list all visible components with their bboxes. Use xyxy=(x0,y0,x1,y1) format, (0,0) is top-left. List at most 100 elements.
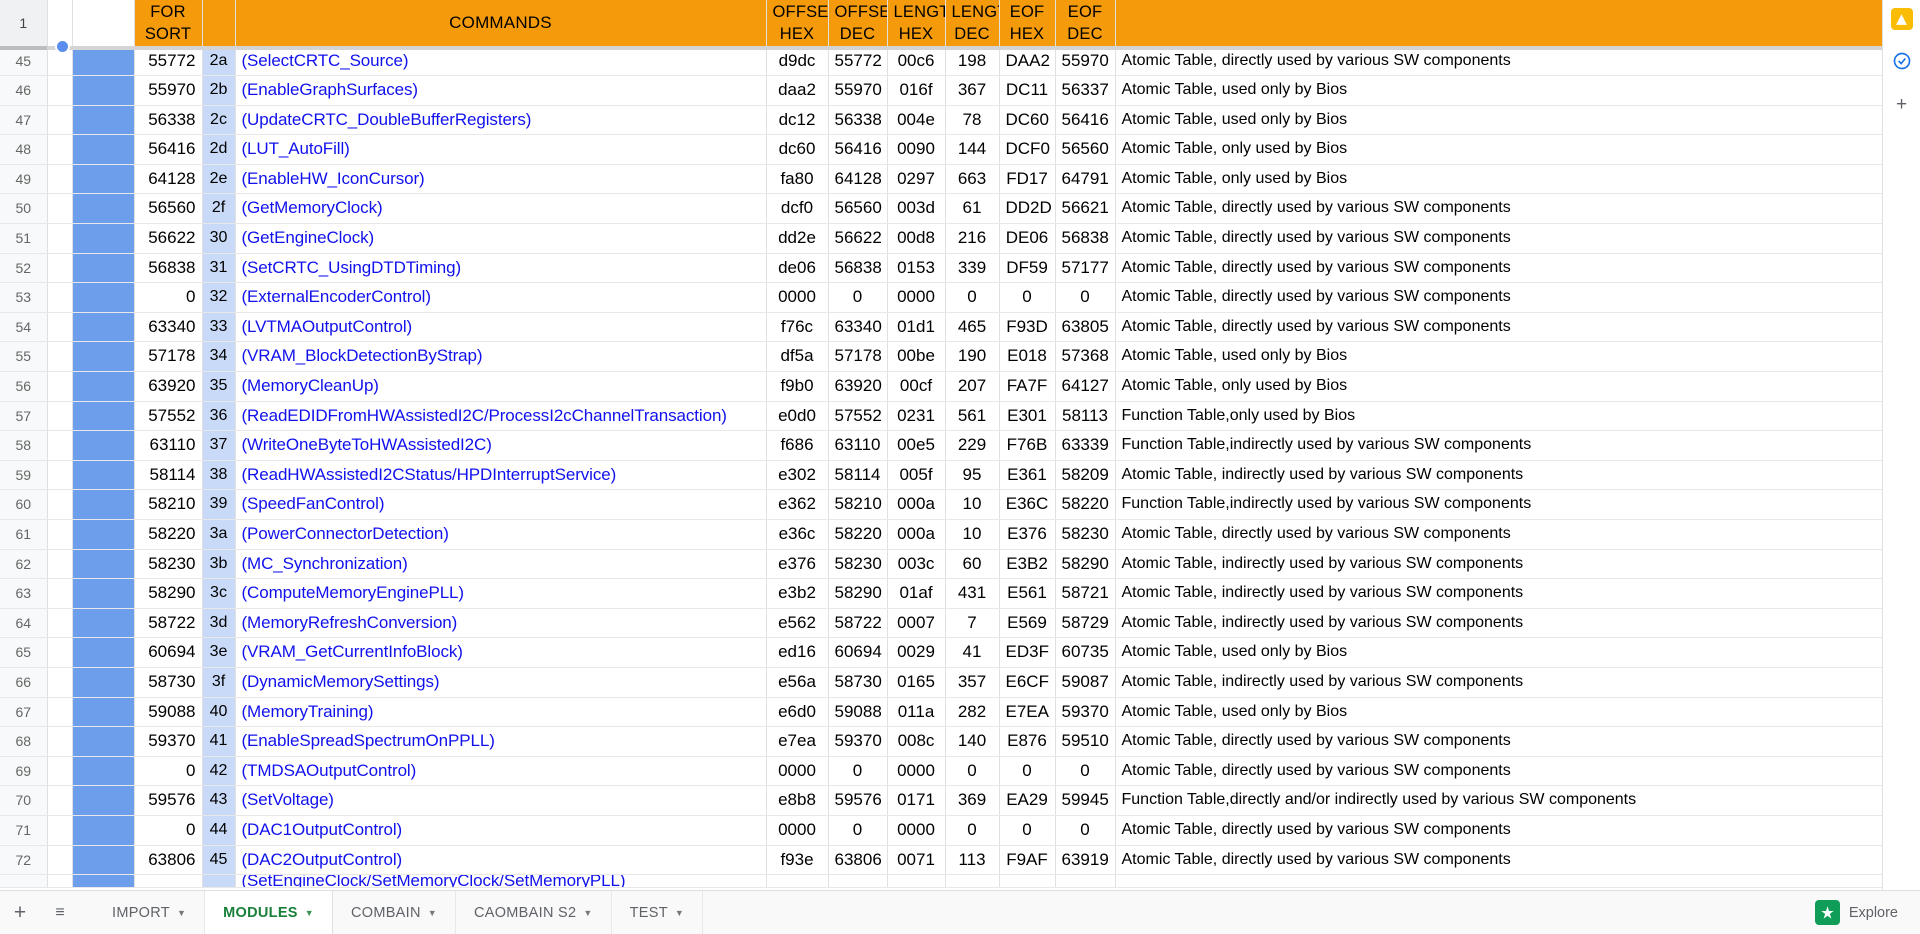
cell-description[interactable]: Atomic Table, indirectly used by various… xyxy=(1115,608,1882,639)
cell-eof-hex[interactable]: E361 xyxy=(999,460,1056,491)
cell-offset-dec[interactable]: 58210 xyxy=(828,489,888,520)
cell-command[interactable]: (SpeedFanControl) xyxy=(235,489,767,520)
cell-eof-hex[interactable]: DAA2 xyxy=(999,46,1056,77)
cell-description[interactable]: Atomic Table, used only by Bios xyxy=(1115,637,1882,668)
table-row[interactable]: 61 58220 3a (PowerConnectorDetection) e36c 58… xyxy=(0,519,1882,550)
row-number[interactable]: 63 xyxy=(0,578,48,609)
cell-length-dec[interactable]: 663 xyxy=(945,164,1000,195)
cell-eof-dec[interactable]: 63339 xyxy=(1055,430,1116,461)
cell-offset-dec[interactable]: 59370 xyxy=(828,726,888,757)
cell-length-hex[interactable]: 000a xyxy=(887,519,946,550)
cell-description[interactable]: Atomic Table, directly used by various S… xyxy=(1115,282,1882,313)
cell-command[interactable]: (VRAM_GetCurrentInfoBlock) xyxy=(235,637,767,668)
cell-offset-hex[interactable]: e362 xyxy=(766,489,829,520)
cell-offset-hex[interactable]: e302 xyxy=(766,460,829,491)
grid-container[interactable]: 1FORSORTCOMMANDSOFFSETHEXOFFSETDECLENGTH… xyxy=(0,0,1882,890)
cell-offset-dec[interactable]: 63806 xyxy=(828,845,888,876)
cell-length-hex[interactable]: 00d8 xyxy=(887,223,946,254)
cell-eof-hex[interactable]: DD2D xyxy=(999,193,1056,225)
cell-description[interactable]: Atomic Table, used only by Bios xyxy=(1115,75,1882,106)
table-row[interactable]: 54 63340 33 (LVTMAOutputControl) f76c 63340 01… xyxy=(0,312,1882,343)
cell-for-sort[interactable] xyxy=(134,874,203,889)
table-row[interactable]: 59 58114 38 (ReadHWAssistedI2CStatus/HPDInt… xyxy=(0,460,1882,491)
cell-for-sort[interactable]: 58220 xyxy=(134,519,203,550)
cell-index[interactable]: 2c xyxy=(202,105,236,136)
cell-for-sort[interactable]: 59370 xyxy=(134,726,203,757)
selection-stripe-cell[interactable] xyxy=(72,697,135,728)
table-row[interactable]: 72 63806 45 (DAC2OutputControl) f93e 63806 007… xyxy=(0,845,1882,876)
cell-description[interactable]: Atomic Table, used only by Bios xyxy=(1115,105,1882,136)
table-row[interactable]: 64 58722 3d (MemoryRefreshConversion) e562 58… xyxy=(0,608,1882,639)
row-number[interactable]: 57 xyxy=(0,401,48,432)
cell-offset-hex[interactable]: f9b0 xyxy=(766,371,829,402)
cell-offset-dec[interactable]: 0 xyxy=(828,282,888,313)
cell-length-dec[interactable]: 216 xyxy=(945,223,1000,254)
cell-offset-hex[interactable]: e376 xyxy=(766,549,829,580)
cell-for-sort[interactable]: 58114 xyxy=(134,460,203,491)
selection-stripe-cell[interactable] xyxy=(72,460,135,491)
cell-eof-dec[interactable]: 58721 xyxy=(1055,578,1116,609)
table-row[interactable]: 60 58210 39 (SpeedFanControl) e362 58210 000a 1… xyxy=(0,489,1882,520)
cell-length-hex[interactable]: 0171 xyxy=(887,785,946,816)
cell-eof-hex[interactable]: E6CF xyxy=(999,667,1056,698)
cell-offset-dec[interactable]: 60694 xyxy=(828,637,888,668)
cell-length-dec[interactable]: 144 xyxy=(945,134,1000,165)
cell-index[interactable]: 35 xyxy=(202,371,236,402)
table-row[interactable]: 67 59088 40 (MemoryTraining) e6d0 59088 011a 28… xyxy=(0,697,1882,728)
row-number[interactable]: 70 xyxy=(0,785,48,816)
selection-stripe-cell[interactable] xyxy=(72,371,135,402)
cell-eof-dec[interactable]: 57177 xyxy=(1055,253,1116,284)
cell-offset-dec[interactable]: 58722 xyxy=(828,608,888,639)
cell-eof-dec[interactable]: 58113 xyxy=(1055,401,1116,432)
selection-stripe-cell[interactable] xyxy=(72,430,135,461)
selection-stripe-cell[interactable] xyxy=(72,637,135,668)
cell-command[interactable]: (VRAM_BlockDetectionByStrap) xyxy=(235,341,767,373)
table-row[interactable]: 47 56338 2c (UpdateCRTC_DoubleBufferRegiste… xyxy=(0,105,1882,136)
cell-eof-hex[interactable]: E018 xyxy=(999,341,1056,373)
cell-length-hex[interactable]: 0090 xyxy=(887,134,946,165)
table-row[interactable]: 55 57178 34 (VRAM_BlockDetectionByStrap) df5… xyxy=(0,341,1882,373)
cell-eof-hex[interactable]: F93D xyxy=(999,312,1056,343)
cell-length-hex[interactable]: 0029 xyxy=(887,637,946,668)
cell-length-dec[interactable]: 369 xyxy=(945,785,1000,816)
row-number[interactable]: 54 xyxy=(0,312,48,343)
row-number[interactable]: 67 xyxy=(0,697,48,728)
cell-eof-dec[interactable]: 58729 xyxy=(1055,608,1116,639)
explore-button[interactable]: Explore xyxy=(1814,891,1898,934)
cell-length-hex[interactable]: 003c xyxy=(887,549,946,580)
cell-offset-hex[interactable]: fa80 xyxy=(766,164,829,195)
cell-length-hex[interactable]: 008c xyxy=(887,726,946,757)
cell-length-hex[interactable]: 0007 xyxy=(887,608,946,639)
cell-length-dec[interactable]: 229 xyxy=(945,430,1000,461)
cell-offset-dec[interactable]: 63920 xyxy=(828,371,888,402)
cell-offset-hex[interactable]: e6d0 xyxy=(766,697,829,728)
cell-offset-hex[interactable]: f93e xyxy=(766,845,829,876)
cell-index[interactable]: 30 xyxy=(202,223,236,254)
cell-length-dec[interactable]: 0 xyxy=(945,282,1000,313)
selection-stripe-cell[interactable] xyxy=(72,726,135,757)
cell-length-dec[interactable]: 0 xyxy=(945,815,1000,846)
table-row[interactable]: 56 63920 35 (MemoryCleanUp) f9b0 63920 00cf 207… xyxy=(0,371,1882,402)
cell-for-sort[interactable]: 58290 xyxy=(134,578,203,609)
selection-stripe-cell[interactable] xyxy=(72,46,135,77)
cell-description[interactable]: Function Table,indirectly used by variou… xyxy=(1115,430,1882,461)
keep-icon[interactable] xyxy=(1890,8,1913,30)
cell-offset-dec[interactable]: 59088 xyxy=(828,697,888,728)
row-number[interactable]: 68 xyxy=(0,726,48,757)
row-number[interactable]: 45 xyxy=(0,46,48,77)
selection-stripe-cell[interactable] xyxy=(72,134,135,165)
cell-offset-hex[interactable]: e56a xyxy=(766,667,829,698)
cell-empty[interactable] xyxy=(766,874,829,889)
cell-command[interactable]: (TMDSAOutputControl) xyxy=(235,756,767,787)
table-row[interactable]: 48 56416 2d (LUT_AutoFill) dc60 56416 0090 144 D… xyxy=(0,134,1882,165)
cell-offset-hex[interactable]: f76c xyxy=(766,312,829,343)
cell-eof-hex[interactable]: E876 xyxy=(999,726,1056,757)
selection-stripe-cell[interactable] xyxy=(72,193,135,225)
selection-stripe-cell[interactable] xyxy=(72,549,135,580)
cell-length-hex[interactable]: 004e xyxy=(887,105,946,136)
cell-description[interactable]: Atomic Table, directly used by various S… xyxy=(1115,312,1882,343)
selection-stripe-cell[interactable] xyxy=(72,164,135,195)
row-number[interactable]: 66 xyxy=(0,667,48,698)
cell-for-sort[interactable]: 58230 xyxy=(134,549,203,580)
cell-eof-dec[interactable]: 63805 xyxy=(1055,312,1116,343)
